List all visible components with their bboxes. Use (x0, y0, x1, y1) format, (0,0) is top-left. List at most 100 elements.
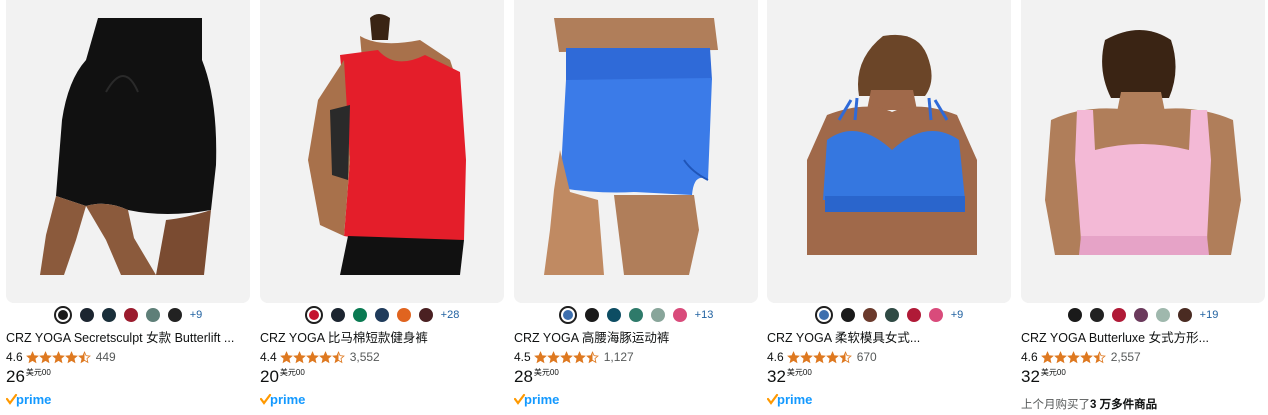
review-count[interactable]: 1,127 (604, 350, 634, 364)
bought-last-month: 上个月购买了3 万多件商品 (1021, 396, 1157, 412)
color-swatch[interactable] (558, 305, 577, 324)
color-swatch[interactable] (584, 307, 599, 322)
color-swatch[interactable] (101, 307, 116, 322)
price-fraction: 00 (295, 368, 305, 377)
star-icon (1040, 350, 1054, 363)
more-colors-link[interactable]: +19 (1200, 309, 1219, 321)
star-icon (1053, 350, 1067, 363)
product-title[interactable]: CRZ YOGA 高腰海豚运动裤 (514, 331, 758, 346)
color-swatch[interactable] (1089, 307, 1104, 322)
product-title[interactable]: CRZ YOGA 柔软模具女式... (767, 331, 1011, 346)
rating-row[interactable]: 4.4 3,552 (260, 350, 380, 364)
more-colors-link[interactable]: +28 (441, 309, 460, 321)
star-icon (77, 350, 91, 363)
color-swatch[interactable] (304, 305, 323, 324)
prime-logo-icon: prime (259, 392, 305, 407)
color-swatch[interactable] (1177, 307, 1192, 322)
star-icon (279, 350, 293, 363)
color-swatches: +28 (260, 305, 504, 324)
color-swatches: +13 (514, 305, 758, 324)
rating-value: 4.6 (6, 350, 23, 364)
star-icon (799, 350, 813, 363)
color-swatch[interactable] (79, 307, 94, 322)
product-image[interactable] (6, 0, 250, 303)
product-card: +9 CRZ YOGA 柔软模具女式... 4.6 670 32 美元 00 p… (766, 0, 1011, 415)
review-count[interactable]: 3,552 (350, 350, 380, 364)
review-count[interactable]: 2,557 (1111, 350, 1141, 364)
color-swatch[interactable] (906, 307, 921, 322)
star-icon (25, 350, 39, 363)
rating-value: 4.4 (260, 350, 277, 364)
color-swatch[interactable] (1111, 307, 1126, 322)
color-swatch[interactable] (53, 305, 72, 324)
color-swatch[interactable] (1155, 307, 1170, 322)
color-swatch[interactable] (628, 307, 643, 322)
star-icon (572, 350, 586, 363)
color-swatch[interactable] (884, 307, 899, 322)
color-swatch[interactable] (840, 307, 855, 322)
product-image[interactable] (767, 0, 1011, 303)
color-swatch[interactable] (374, 307, 389, 322)
color-swatches: +19 (1021, 306, 1265, 323)
color-swatch[interactable] (418, 307, 433, 322)
product-card: +13 CRZ YOGA 高腰海豚运动裤 4.5 1,127 28 美元 00 … (513, 0, 758, 415)
product-image[interactable] (1021, 0, 1265, 303)
rating-row[interactable]: 4.6 670 (767, 350, 877, 364)
color-swatch[interactable] (123, 307, 138, 322)
bought-count: 3 万多件商品 (1090, 399, 1158, 411)
rating-row[interactable]: 4.6 2,557 (1021, 350, 1141, 364)
product-title[interactable]: CRZ YOGA Butterluxe 女式方形... (1021, 331, 1265, 346)
product-title[interactable]: CRZ YOGA Secretsculpt 女款 Butterlift ... (6, 331, 250, 346)
product-card: +9 CRZ YOGA Secretsculpt 女款 Butterlift .… (5, 0, 250, 415)
color-swatch[interactable] (1067, 307, 1082, 322)
star-icon (51, 350, 65, 363)
more-colors-link[interactable]: +9 (951, 309, 964, 321)
color-swatch[interactable] (396, 307, 411, 322)
more-colors-link[interactable]: +9 (190, 309, 203, 321)
star-icon (825, 350, 839, 363)
color-swatch[interactable] (672, 307, 687, 322)
star-icon (1092, 350, 1106, 363)
color-swatch[interactable] (167, 307, 182, 322)
star-icon (305, 350, 319, 363)
star-rating-icon (1040, 350, 1106, 364)
price: 32 美元 00 (1021, 367, 1066, 387)
price-whole: 32 (767, 367, 786, 386)
rating-row[interactable]: 4.5 1,127 (514, 350, 634, 364)
color-swatch[interactable] (862, 307, 877, 322)
color-swatch[interactable] (330, 307, 345, 322)
star-rating-icon (786, 350, 852, 364)
product-image[interactable] (260, 0, 504, 303)
color-swatch[interactable] (606, 307, 621, 322)
star-icon (292, 350, 306, 363)
price-currency: 美元 (533, 368, 550, 377)
prime-text: prime (270, 392, 305, 407)
price: 28 美元 00 (514, 367, 559, 387)
star-icon (838, 350, 852, 363)
rating-value: 4.5 (514, 350, 531, 364)
review-count[interactable]: 670 (857, 350, 877, 364)
price-fraction: 00 (41, 368, 51, 377)
star-icon (1066, 350, 1080, 363)
product-title[interactable]: CRZ YOGA 比马棉短款健身裤 (260, 331, 504, 346)
star-icon (533, 350, 547, 363)
more-colors-link[interactable]: +13 (695, 309, 714, 321)
prime-badge: prime (766, 392, 815, 408)
color-swatch[interactable] (928, 307, 943, 322)
color-swatch[interactable] (352, 307, 367, 322)
prime-text: prime (777, 392, 812, 407)
color-swatch[interactable] (814, 305, 833, 324)
prime-badge: prime (259, 392, 308, 408)
star-icon (64, 350, 78, 363)
price-fraction: 00 (1056, 368, 1066, 377)
star-icon (331, 350, 345, 363)
color-swatch[interactable] (145, 307, 160, 322)
star-icon (318, 350, 332, 363)
rating-row[interactable]: 4.6 449 (6, 350, 116, 364)
prime-badge: prime (5, 392, 54, 408)
price-fraction: 00 (802, 368, 812, 377)
color-swatch[interactable] (1133, 307, 1148, 322)
color-swatch[interactable] (650, 307, 665, 322)
product-image[interactable] (514, 0, 758, 303)
review-count[interactable]: 449 (96, 350, 116, 364)
